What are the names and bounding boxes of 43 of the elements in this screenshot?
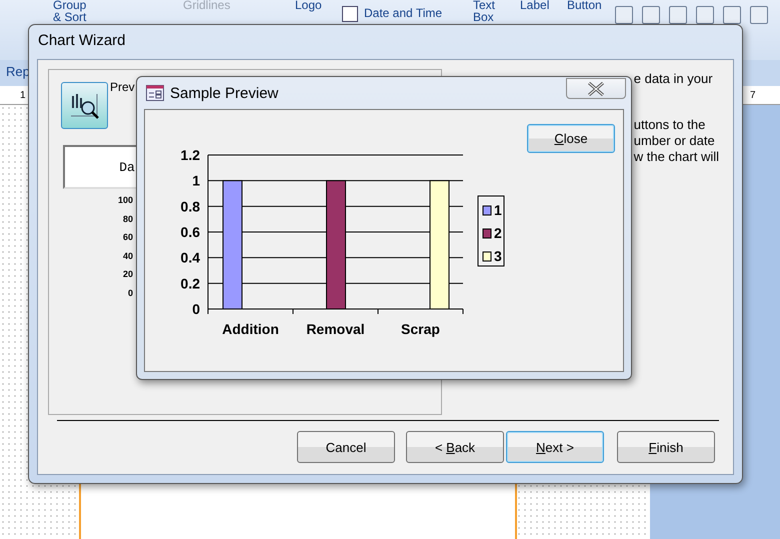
axis-label: 100 (118, 194, 133, 207)
dialog-button[interactable]: Finish (617, 431, 715, 463)
y-tick-label: 0.2 (180, 275, 200, 292)
preview-chart-button[interactable] (61, 82, 108, 129)
y-tick-label: 0.8 (180, 198, 200, 214)
axis-label: 60 (122, 231, 133, 244)
ribbon-button[interactable]: Button (567, 0, 602, 12)
axis-label: 40 (122, 250, 133, 262)
dialog-button[interactable]: Cancel (297, 431, 395, 463)
instruction-text: w the chart will (634, 149, 719, 165)
dialog-button[interactable]: Next > (506, 431, 604, 463)
ribbon-button[interactable]: Date and Time (342, 6, 442, 22)
y-tick-label: 0 (192, 301, 200, 317)
ribbon-button[interactable]: Group & Sort (53, 0, 86, 23)
y-tick-label: 0.4 (180, 250, 200, 266)
instruction-text: umber or date (634, 133, 716, 149)
instruction-text: uttons to the (634, 117, 706, 133)
ruler-number: 1 (20, 90, 26, 101)
legend-box (478, 196, 504, 266)
legend-label: 2 (494, 225, 502, 241)
preview-label: Prev (110, 80, 135, 94)
close-button[interactable]: Close (527, 124, 615, 153)
close-x-icon (587, 82, 605, 96)
axis-label: 0 (128, 286, 133, 300)
instruction-text: e data in your (634, 71, 714, 87)
legend-label: 3 (494, 248, 502, 264)
close-button[interactable] (566, 78, 626, 99)
x-tick-label: Scrap (401, 321, 440, 337)
window-title: Chart Wizard (37, 31, 127, 51)
y-tick-label: 1 (192, 172, 200, 189)
axis-label: 80 (122, 212, 133, 226)
dialog-button[interactable]: < Back (406, 431, 504, 463)
form-icon (146, 85, 164, 101)
y-tick-label: 0.6 (180, 224, 200, 240)
window-title: Sample Preview (170, 84, 278, 102)
x-tick-label: Removal (306, 321, 365, 337)
ribbon-button[interactable]: Label (520, 0, 550, 12)
ribbon-button[interactable]: Logo (295, 0, 322, 12)
ribbon-button[interactable]: Text Box (473, 0, 496, 23)
axis-label: 20 (122, 268, 133, 281)
ruler-number: 7 (750, 90, 756, 101)
legend-label: 1 (494, 202, 502, 218)
x-tick-label: Addition (222, 321, 279, 337)
